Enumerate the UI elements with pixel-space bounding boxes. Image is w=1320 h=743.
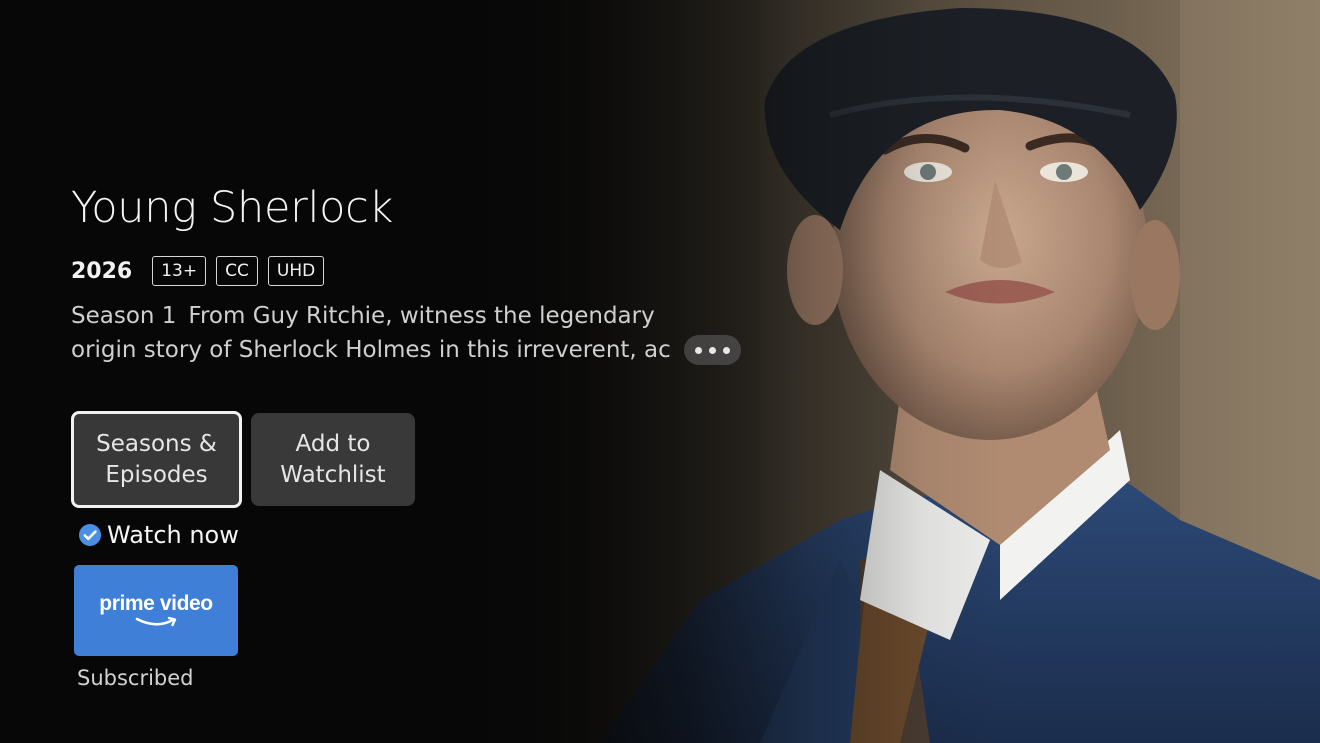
watch-now-label: Watch now: [78, 521, 239, 549]
maturity-rating-badge: 13+: [152, 256, 207, 286]
add-to-watchlist-button[interactable]: Add to Watchlist: [251, 413, 415, 506]
seasons-episodes-button[interactable]: Seasons & Episodes: [71, 411, 242, 508]
prime-video-provider-tile[interactable]: prime video: [74, 565, 238, 656]
ellipsis-dot-icon: [708, 346, 716, 354]
ellipsis-dot-icon: [694, 346, 702, 354]
synopsis-text-line-2: origin story of Sherlock Holmes in this …: [71, 337, 671, 363]
seasons-episodes-label-line-1: Seasons &: [96, 430, 217, 457]
ellipsis-dot-icon: [722, 346, 730, 354]
synopsis: Season 1 From Guy Ritchie, witness the l…: [71, 299, 741, 367]
watchlist-label-line-2: Watchlist: [280, 461, 386, 488]
watchlist-label-line-1: Add to: [295, 430, 371, 457]
seasons-episodes-label-line-2: Episodes: [105, 461, 208, 488]
subscription-status: Subscribed: [77, 666, 194, 690]
check-circle-icon: [79, 524, 101, 546]
metadata-row: 2026 13+ CC UHD: [71, 254, 334, 288]
closed-captions-badge: CC: [216, 256, 258, 286]
title-detail-page: Young Sherlock 2026 13+ CC UHD Season 1 …: [0, 0, 1320, 743]
action-buttons: Seasons & Episodes Add to Watchlist: [71, 411, 415, 508]
release-year: 2026: [71, 258, 133, 284]
amazon-smile-icon: [135, 616, 177, 627]
uhd-badge: UHD: [267, 256, 325, 286]
prime-video-logo: prime video: [99, 592, 213, 615]
synopsis-text-line-1: From Guy Ritchie, witness the legendary: [188, 303, 655, 329]
season-label: Season 1: [71, 303, 177, 329]
more-info-button[interactable]: [683, 335, 741, 365]
page-title: Young Sherlock: [71, 183, 394, 233]
watch-now-text: Watch now: [107, 521, 239, 549]
